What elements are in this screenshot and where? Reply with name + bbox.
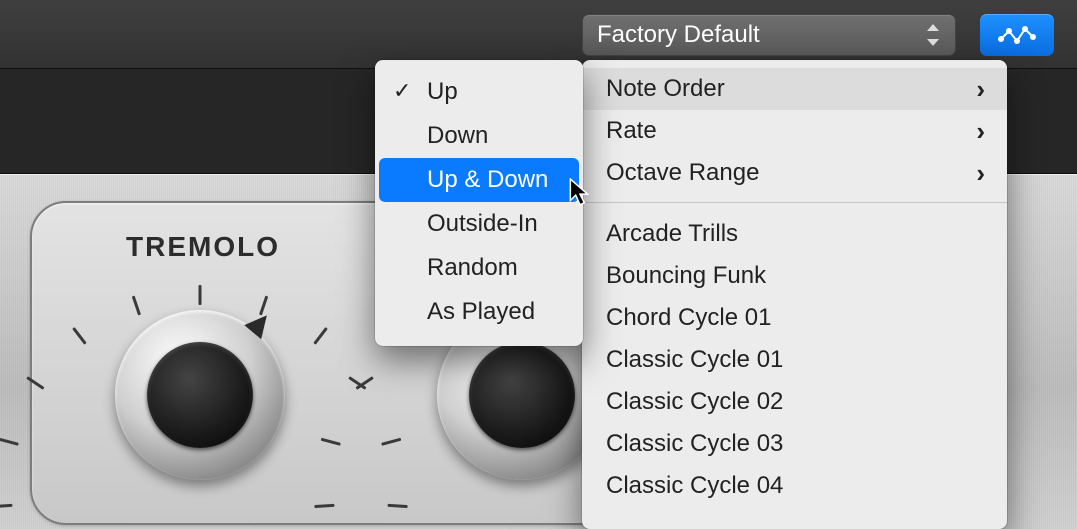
menu-item-preset[interactable]: Arcade Trills: [582, 213, 1007, 255]
menu-item-label: Classic Cycle 03: [606, 430, 783, 458]
chevron-right-icon: ›: [976, 116, 985, 147]
submenu-item-label: Outside-In: [427, 210, 538, 238]
chevron-right-icon: ›: [976, 158, 985, 189]
menu-item-label: Rate: [606, 117, 657, 145]
submenu-item-random[interactable]: Random: [379, 246, 579, 290]
knob-tick-icon: [26, 376, 44, 390]
menu-item-rate[interactable]: Rate ›: [582, 110, 1007, 152]
submenu-item-down[interactable]: Down: [379, 114, 579, 158]
submenu-item-label: Random: [427, 254, 518, 282]
menu-item-label: Arcade Trills: [606, 220, 738, 248]
submenu-item-as-played[interactable]: As Played: [379, 290, 579, 334]
menu-item-preset[interactable]: Bouncing Funk: [582, 255, 1007, 297]
compare-button[interactable]: [980, 14, 1054, 56]
menu-item-label: Classic Cycle 01: [606, 346, 783, 374]
knob-tick-icon: [314, 504, 334, 508]
submenu-item-label: As Played: [427, 298, 535, 326]
knob-tick-icon: [132, 296, 141, 316]
knob-tick-icon: [0, 438, 19, 446]
menu-item-octave-range[interactable]: Octave Range ›: [582, 152, 1007, 194]
knob-cap: [469, 342, 575, 448]
submenu-item-label: Up: [427, 78, 458, 106]
menu-item-preset[interactable]: Classic Cycle 02: [582, 381, 1007, 423]
knob-tick-icon: [199, 285, 202, 305]
checkmark-icon: ✓: [393, 78, 411, 104]
preset-actions-menu: Note Order › Rate › Octave Range › Arcad…: [582, 60, 1007, 529]
menu-item-label: Bouncing Funk: [606, 262, 766, 290]
menu-item-label: Octave Range: [606, 159, 759, 187]
submenu-item-outside-in[interactable]: Outside-In: [379, 202, 579, 246]
knob-tick-icon: [72, 327, 87, 345]
knob-cap: [147, 342, 253, 448]
menu-separator: [582, 202, 1007, 203]
menu-item-preset[interactable]: Classic Cycle 04: [582, 465, 1007, 507]
updown-arrows-icon: [925, 24, 941, 46]
menu-item-label: Chord Cycle 01: [606, 304, 771, 332]
chevron-right-icon: ›: [976, 74, 985, 105]
submenu-item-up-and-down[interactable]: Up & Down: [379, 158, 579, 202]
menu-item-label: Classic Cycle 02: [606, 388, 783, 416]
menu-item-note-order[interactable]: Note Order ›: [582, 68, 1007, 110]
note-order-submenu: ✓ Up Down Up & Down Outside-In Random As…: [375, 60, 583, 346]
submenu-item-label: Down: [427, 122, 488, 150]
preset-select[interactable]: Factory Default: [582, 14, 956, 56]
submenu-item-label: Up & Down: [427, 166, 548, 194]
knob-tick-icon: [0, 504, 13, 508]
menu-item-preset[interactable]: Classic Cycle 03: [582, 423, 1007, 465]
menu-item-preset[interactable]: Chord Cycle 01: [582, 297, 1007, 339]
waveform-icon: [996, 23, 1038, 47]
preset-label: Factory Default: [597, 21, 760, 49]
section-title: TREMOLO: [126, 231, 280, 263]
menu-item-label: Classic Cycle 04: [606, 472, 783, 500]
submenu-item-up[interactable]: ✓ Up: [379, 70, 579, 114]
menu-item-preset[interactable]: Classic Cycle 01: [582, 339, 1007, 381]
menu-item-label: Note Order: [606, 75, 725, 103]
tremolo-knob-1[interactable]: [70, 265, 330, 525]
knob-tick-icon: [313, 327, 328, 345]
